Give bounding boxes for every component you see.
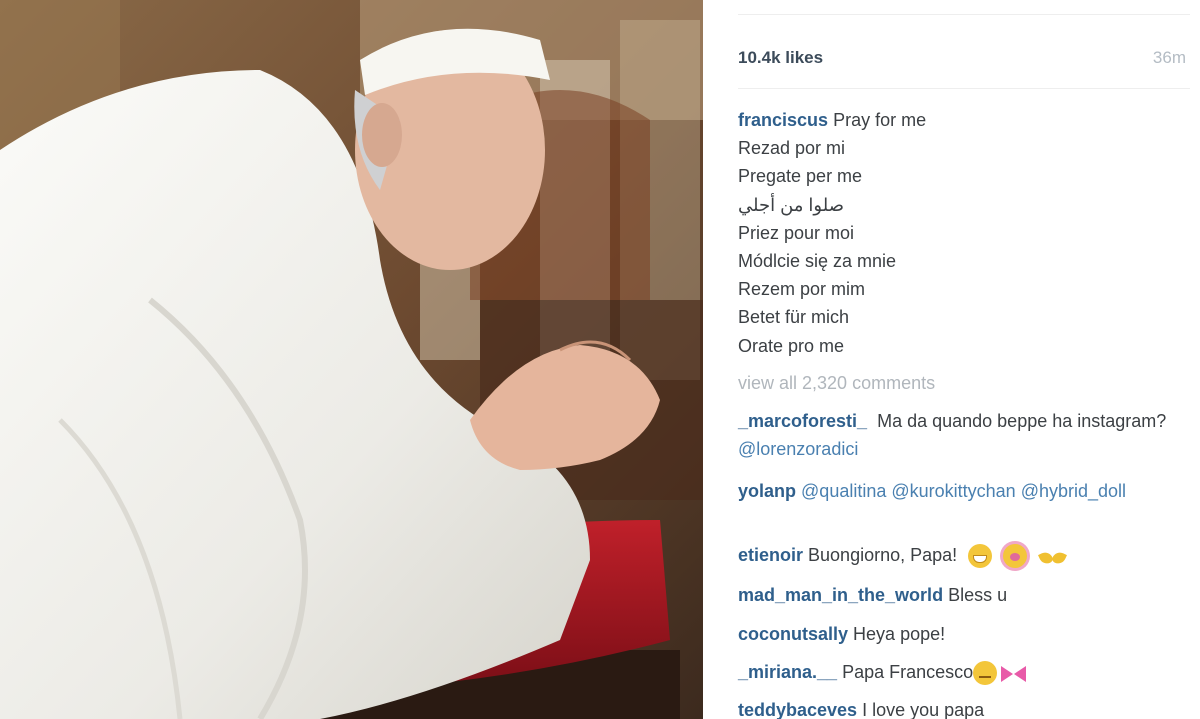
caption-line: Rezem por mim (738, 279, 866, 300)
comment-text: Buongiorno, Papa! (808, 545, 958, 565)
comment-mention[interactable]: @lorenzoradici (738, 439, 858, 459)
post-caption: franciscus Pray for me Rezad por mi Preg… (738, 106, 1188, 360)
comment-text: Ma da quando beppe ha instagram? (877, 411, 1167, 431)
comment-username[interactable]: mad_man_in_the_world (738, 585, 943, 605)
comment-item: etienoir Buongiorno, Papa! (738, 541, 1068, 569)
raised-hands-icon (1038, 544, 1068, 568)
photo-illustration (0, 0, 703, 719)
post-meta: 10.4k likes 36m (738, 48, 1186, 72)
comment-item: _miriana.__ Papa Francesco (738, 658, 1029, 686)
comment-text: I love you papa (862, 700, 985, 719)
likes-count[interactable]: 10.4k likes (738, 48, 823, 68)
caption-line: صلوا من أجلي (738, 191, 1188, 219)
divider (738, 14, 1190, 15)
caption-arabic-text: صلوا من أجلي (738, 194, 844, 215)
caption-line: Orate pro me (738, 335, 845, 356)
comment-item: _marcoforesti_ Ma da quando beppe ha ins… (738, 407, 1178, 463)
comment-username[interactable]: etienoir (738, 545, 803, 565)
caption-line: franciscus Pray for me (738, 106, 1188, 134)
divider (738, 88, 1190, 89)
caption-line: Priez pour moi (738, 222, 855, 243)
comment-username[interactable]: _miriana.__ (738, 662, 837, 682)
comment-mention[interactable]: @qualitina (801, 481, 886, 501)
caption-line: Rezad por mi (738, 138, 846, 159)
view-all-comments-link[interactable]: view all 2,320 comments (738, 370, 935, 396)
post-photo[interactable] (0, 0, 703, 719)
comment-item: yolanp @qualitina @kurokittychan @hybrid… (738, 477, 1178, 505)
comment-username[interactable]: coconutsally (738, 624, 848, 644)
comment-item: mad_man_in_the_world Bless u (738, 581, 1007, 609)
comment-username[interactable]: _marcoforesti_ (738, 411, 867, 431)
ribbon-icon (999, 661, 1029, 685)
comment-username[interactable]: yolanp (738, 481, 796, 501)
grinning-face-icon (968, 544, 993, 569)
comment-text: Heya pope! (853, 624, 946, 644)
crying-face-icon (1003, 544, 1028, 569)
unamused-face-icon (973, 661, 998, 686)
caption-text: Pray for me (833, 110, 927, 130)
comment-item: teddybaceves I love you papa (738, 696, 984, 719)
post-info-panel: 10.4k likes 36m franciscus Pray for me R… (703, 0, 1200, 719)
comment-text: Bless u (948, 585, 1008, 605)
comment-username[interactable]: teddybaceves (738, 700, 857, 719)
caption-username[interactable]: franciscus (738, 110, 828, 130)
comment-mention[interactable]: @kurokittychan (891, 481, 1015, 501)
caption-line: Módlcie się za mnie (738, 250, 897, 271)
post-timestamp[interactable]: 36m (1153, 48, 1186, 68)
comment-mention[interactable]: @hybrid_doll (1021, 481, 1126, 501)
comment-text: Papa Francesco (842, 662, 974, 682)
comment-item: coconutsally Heya pope! (738, 620, 945, 648)
caption-line: Pregate per me (738, 166, 863, 187)
caption-line: Betet für mich (738, 307, 850, 328)
